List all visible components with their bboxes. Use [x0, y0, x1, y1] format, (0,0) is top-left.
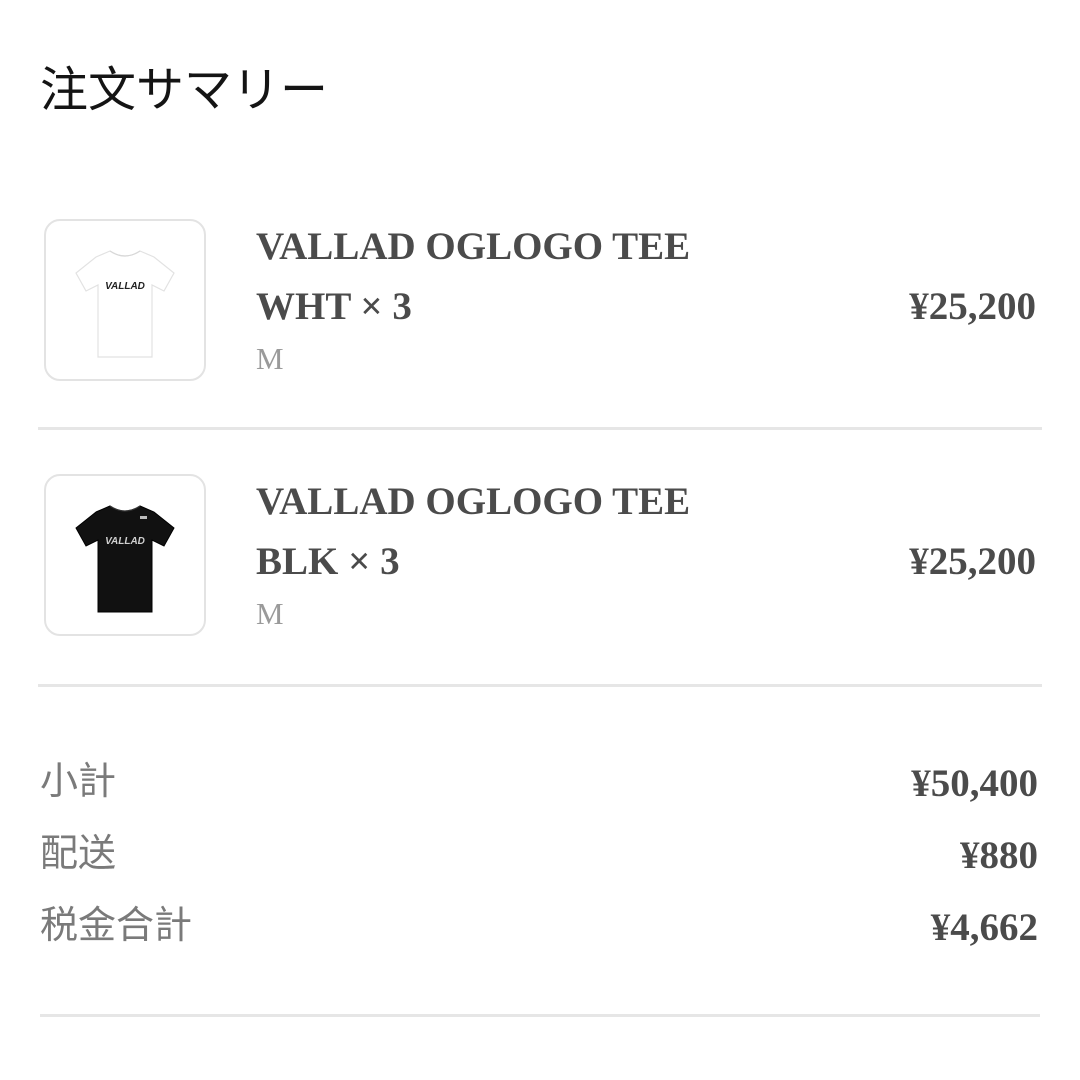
shipping-value: ¥880 [960, 834, 1038, 877]
svg-text:VALLAD: VALLAD [105, 536, 145, 547]
line-item[interactable]: VALLAD VALLAD OGLOGO TEE WHT × 3 M ¥25,2… [40, 219, 1040, 389]
tax-row: 税金合計 ¥4,662 [40, 906, 1038, 952]
white-tshirt-icon: VALLAD [75, 250, 175, 358]
item-size: M [256, 341, 284, 376]
item-variant: BLK × 3 [256, 540, 400, 583]
black-tshirt-icon: VALLAD [75, 505, 175, 613]
page-title: 注文サマリー [40, 62, 329, 118]
item-title: VALLAD OGLOGO TEE [256, 480, 691, 523]
shipping-label: 配送 [40, 831, 117, 875]
product-thumbnail[interactable]: VALLAD [44, 474, 206, 636]
item-price: ¥25,200 [909, 285, 1036, 328]
item-size: M [256, 596, 284, 631]
divider [38, 427, 1042, 430]
divider [38, 684, 1042, 687]
tax-label: 税金合計 [40, 903, 193, 947]
svg-text:VALLAD: VALLAD [105, 281, 145, 292]
divider [40, 1014, 1040, 1017]
shipping-row: 配送 ¥880 [40, 834, 1038, 880]
product-thumbnail[interactable]: VALLAD [44, 219, 206, 381]
subtotal-value: ¥50,400 [911, 762, 1038, 805]
item-title: VALLAD OGLOGO TEE [256, 225, 691, 268]
line-item[interactable]: VALLAD VALLAD OGLOGO TEE BLK × 3 M ¥25,2… [40, 474, 1040, 644]
item-price: ¥25,200 [909, 540, 1036, 583]
tax-value: ¥4,662 [930, 906, 1038, 949]
item-variant: WHT × 3 [256, 285, 412, 328]
subtotal-label: 小計 [40, 759, 117, 803]
subtotal-row: 小計 ¥50,400 [40, 762, 1038, 808]
